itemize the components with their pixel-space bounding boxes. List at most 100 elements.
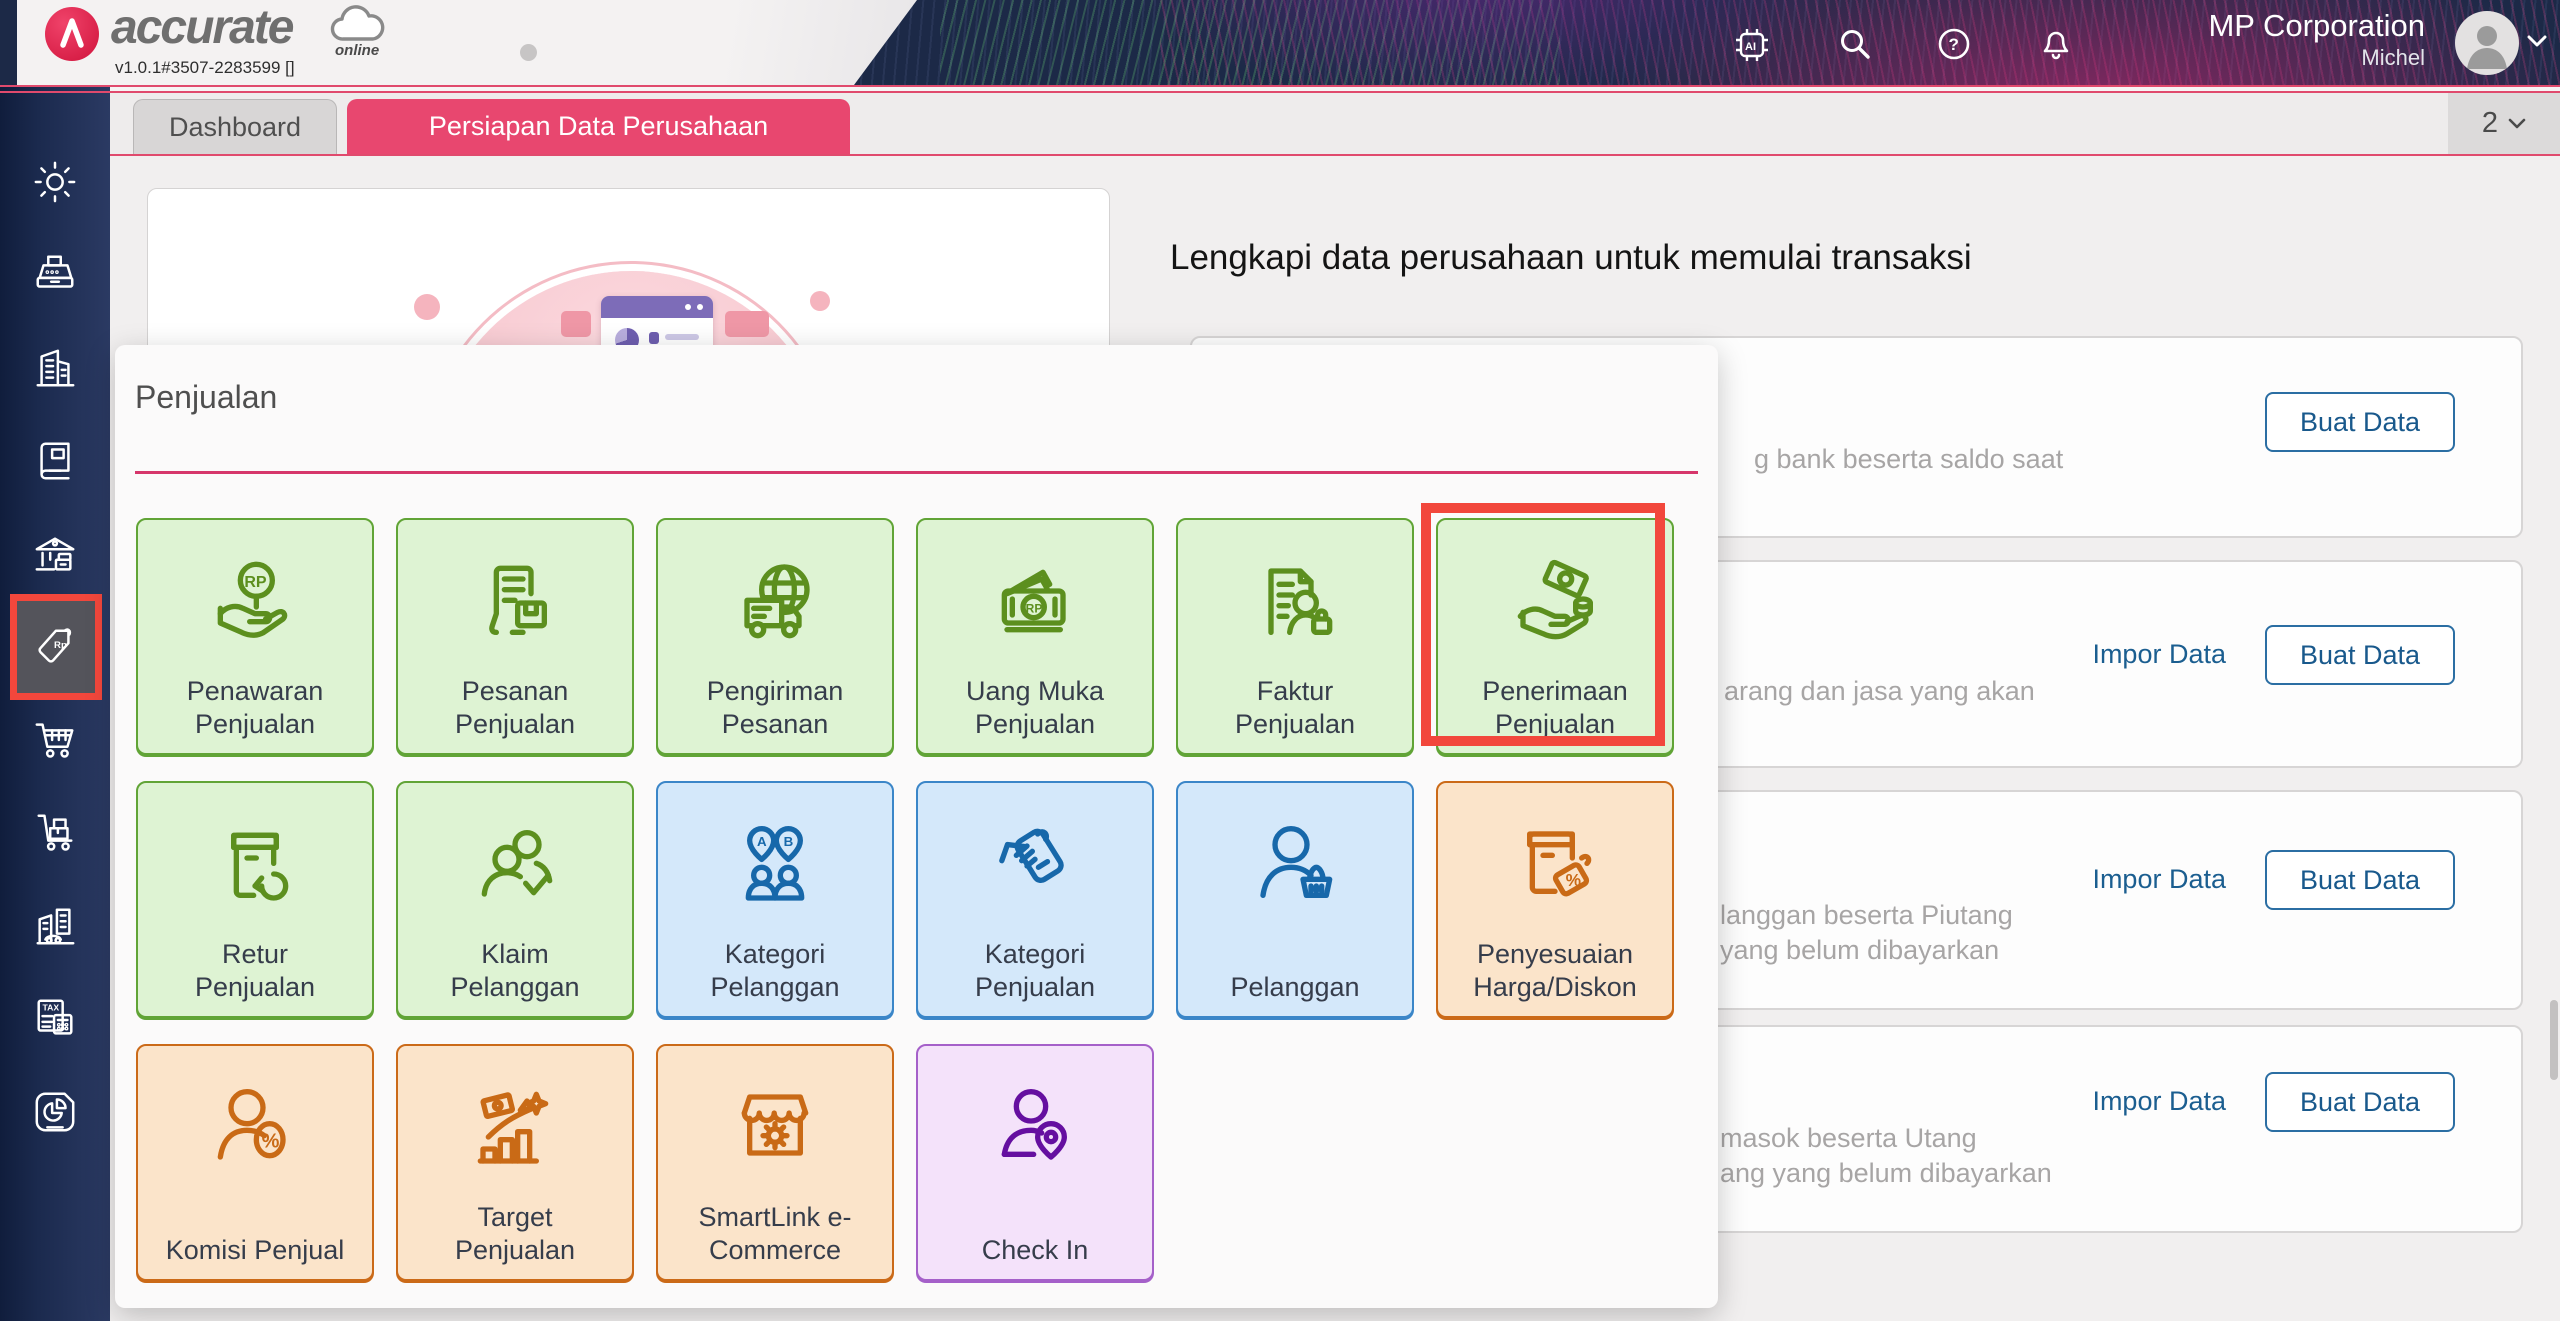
accurate-logo-icon[interactable] [45,7,99,61]
tile-penyesuaian-harga-diskon[interactable]: % Penyesuaian Harga/Diskon [1436,781,1674,1018]
tab-count-dropdown[interactable]: 2 [2448,93,2560,154]
svg-text:%: % [1566,870,1581,890]
price-tag-rp-icon: Rp [32,624,78,670]
scrollbar-thumb[interactable] [2550,1000,2558,1080]
help-icon[interactable]: ? [1936,26,1972,62]
header-divider-line-2 [0,91,2560,93]
buat-data-button[interactable]: Buat Data [2265,625,2455,685]
sidebar: Rp TAX [0,0,110,1321]
tab-count-value: 2 [2481,107,2499,139]
buat-data-button[interactable]: Buat Data [2265,1072,2455,1132]
sidebar-item-company[interactable] [0,321,110,414]
bank-icon [32,531,78,577]
building-car-icon [32,903,78,949]
tile-pelanggan[interactable]: Pelanggan [1176,781,1414,1018]
person-percent-icon: % [138,1064,372,1194]
impor-data-link[interactable]: Impor Data [2092,639,2226,670]
tile-label: Faktur Penjualan [1234,676,1356,739]
tile-grid: RP Penawaran Penjualan Pesanan Penjualan… [136,518,1674,1281]
ai-assistant-icon[interactable]: AI [1733,26,1771,64]
card-description: masok beserta Utang ang yang belum dibay… [1720,1123,2052,1188]
svg-text:A: A [757,834,767,849]
building-icon [32,345,78,391]
illustration-dot [810,291,830,311]
box-return-icon [138,801,372,931]
card-description: arang dan jasa yang akan [1724,676,2035,706]
card-description: g bank beserta saldo saat [1754,444,2064,474]
tile-label: Pelanggan [1230,972,1360,1002]
tile-penawaran-penjualan[interactable]: RP Penawaran Penjualan [136,518,374,755]
card-description: langgan beserta Piutang yang belum dibay… [1720,900,2013,965]
tile-uang-muka-penjualan[interactable]: RP Uang Muka Penjualan [916,518,1154,755]
report-pie-icon [32,1089,78,1135]
buat-data-button[interactable]: Buat Data [2265,392,2455,452]
tab-persiapan-data-perusahaan[interactable]: Persiapan Data Perusahaan [347,99,850,154]
header-brand-area: accurate online v1.0.1#3507-2283599 [] [17,0,917,85]
svg-text:Rp: Rp [54,639,67,650]
tile-klaim-pelanggan[interactable]: Klaim Pelanggan [396,781,634,1018]
tile-label: Penerimaan Penjualan [1482,676,1628,739]
svg-text:AI: AI [1745,41,1756,53]
impor-data-link[interactable]: Impor Data [2092,864,2226,895]
customers-check-icon [398,801,632,931]
user-menu[interactable]: MP Corporation Michel [2208,8,2425,72]
notifications-bell-icon[interactable] [2038,26,2074,62]
cash-register-icon [32,252,78,298]
tile-pesanan-penjualan[interactable]: Pesanan Penjualan [396,518,634,755]
svg-text:B: B [784,834,794,849]
tile-smartlink-ecommerce[interactable]: SmartLink e- Commerce [656,1044,894,1281]
sidebar-item-cash-register[interactable] [0,228,110,321]
illustration-pill [725,311,769,337]
chevron-down-icon [2508,118,2526,128]
avatar[interactable] [2455,11,2519,75]
app-screen: Rp TAX accurate online v1.0.1#3507-22835… [0,0,2560,1321]
sidebar-item-ledger[interactable] [0,414,110,507]
book-icon [32,438,78,484]
tile-label: Check In [981,1235,1089,1265]
tile-label: Pesanan Penjualan [454,676,576,739]
tile-label: Penyesuaian Harga/Diskon [1473,939,1637,1002]
tab-dashboard[interactable]: Dashboard [133,99,337,154]
tile-faktur-penjualan[interactable]: Faktur Penjualan [1176,518,1414,755]
tile-retur-penjualan[interactable]: Retur Penjualan [136,781,374,1018]
globe-truck-icon [658,538,892,668]
sidebar-item-settings[interactable] [0,135,110,228]
tile-label: Uang Muka Penjualan [965,676,1105,739]
sidebar-item-assets[interactable] [0,507,110,600]
shopping-cart-icon [32,717,78,763]
tax-document-icon: TAX [32,996,78,1042]
tile-kategori-penjualan[interactable]: Kategori Penjualan [916,781,1154,1018]
storefront-gear-icon [658,1064,892,1194]
tile-pengiriman-pesanan[interactable]: Pengiriman Pesanan [656,518,894,755]
modal-divider [135,471,1698,474]
tile-penerimaan-penjualan[interactable]: Penerimaan Penjualan [1436,518,1674,755]
pins-people-icon: AB [658,801,892,931]
sidebar-item-purchases[interactable] [0,693,110,786]
sidebar-item-fixed-assets[interactable] [0,879,110,972]
search-icon[interactable] [1837,26,1873,62]
panel-heading: Lengkapi data perusahaan untuk memulai t… [1170,238,1972,277]
hand-truck-icon [32,810,78,856]
brand-wordmark: accurate [111,1,294,54]
sidebar-item-tax[interactable]: TAX [0,972,110,1065]
sidebar-item-reports[interactable] [0,1065,110,1158]
sidebar-item-inventory[interactable] [0,786,110,879]
tile-kategori-pelanggan[interactable]: AB Kategori Pelanggan [656,781,894,1018]
impor-data-link[interactable]: Impor Data [2092,1086,2226,1117]
tab-bar: Dashboard Persiapan Data Perusahaan 2 [110,93,2560,156]
tile-komisi-penjual[interactable]: % Komisi Penjual [136,1044,374,1281]
chevron-down-icon[interactable] [2526,33,2548,49]
tile-target-penjualan[interactable]: Target Penjualan [396,1044,634,1281]
hand-coin-icon: RP [138,538,372,668]
tile-label: Retur Penjualan [194,939,316,1002]
svg-text:?: ? [1949,35,1959,54]
illustration-pill [561,311,591,337]
buat-data-button[interactable]: Buat Data [2265,850,2455,910]
svg-text:RP: RP [244,574,267,591]
modal-title: Penjualan [135,379,278,415]
cloud-icon [329,3,387,45]
tile-check-in[interactable]: Check In [916,1044,1154,1281]
sidebar-item-sales[interactable]: Rp [0,594,110,700]
tile-label: Target Penjualan [454,1202,576,1265]
document-box-icon [398,538,632,668]
